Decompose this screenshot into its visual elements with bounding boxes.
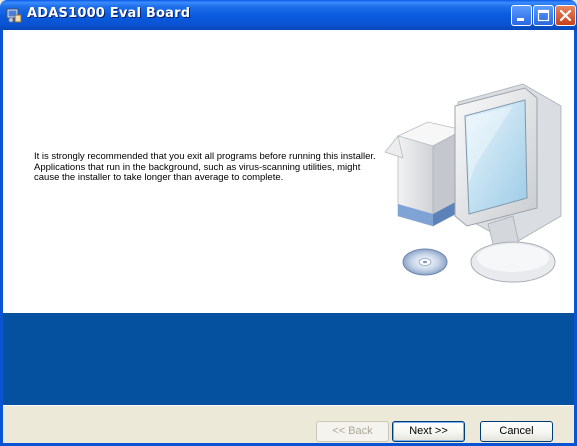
cancel-button[interactable]: Cancel bbox=[480, 421, 553, 442]
title-bar[interactable]: ADAS1000 Eval Board bbox=[0, 0, 577, 30]
back-button[interactable]: << Back bbox=[316, 421, 389, 442]
maximize-icon bbox=[537, 9, 550, 22]
window-title: ADAS1000 Eval Board bbox=[27, 6, 191, 21]
maximize-button[interactable] bbox=[533, 5, 554, 26]
next-button[interactable]: Next >> bbox=[392, 421, 465, 442]
computer-illustration bbox=[384, 83, 562, 283]
minimize-button[interactable] bbox=[511, 5, 532, 26]
minimize-icon bbox=[517, 18, 524, 21]
content-panel: It is strongly recommended that you exit… bbox=[3, 30, 574, 313]
installer-icon bbox=[6, 8, 22, 23]
button-bar: << Back Next >> Cancel bbox=[3, 405, 574, 443]
close-icon bbox=[559, 9, 572, 22]
installer-window: ADAS1000 Eval Board It is strongly recom… bbox=[0, 0, 577, 446]
close-button[interactable] bbox=[555, 5, 576, 26]
warning-message: It is strongly recommended that you exit… bbox=[34, 151, 376, 183]
banner-band bbox=[3, 313, 574, 405]
